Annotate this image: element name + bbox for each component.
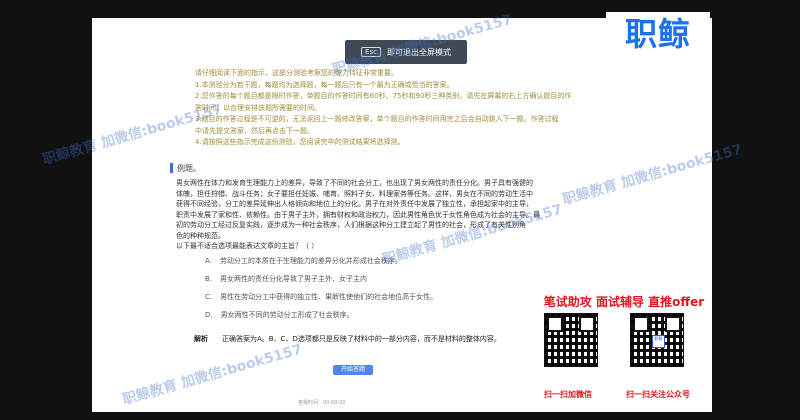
timer-footer: 答题时间：00:00:00 xyxy=(298,400,346,406)
passage-line: 男女两性在体力和发育生理能力上的差异，导致了不同的社会分工，也出现了男女两性的责… xyxy=(176,179,533,187)
instruction-line: 中请先提交答案，然后再点击下一题。 xyxy=(195,126,314,135)
official-account-qr-caption: 扫一扫关注公众号 xyxy=(626,390,690,399)
brand-logo: 职鲸 xyxy=(606,12,710,56)
example-label: 例题。 xyxy=(177,164,201,173)
analysis-text: 正确答案为A。B、C、D选项都只是反映了材料中的一部分内容，而不是材料的整体内容… xyxy=(222,335,501,343)
instruction-line: 请仔细阅读下面的指示，这部分测验考察您的能力特征非常重要。 xyxy=(195,69,398,77)
option-letter: B. xyxy=(205,275,213,283)
passage-line: 获得不同经验，分工的差异延伸出人格倾向和地位上的分化。男子在对外责任中发展了独立… xyxy=(176,200,533,208)
question-passage: 男女两性在体力和发育生理能力上的差异，导致了不同的社会分工，也出现了男女两性的责… xyxy=(176,178,616,252)
analysis-label: 解析 xyxy=(194,335,208,343)
qr-center-logo: 职鲸 xyxy=(652,335,665,348)
start-button[interactable]: 开始答题 xyxy=(333,365,373,375)
fullscreen-banner[interactable]: Esc 即可退出全屏模式 xyxy=(345,40,467,64)
passage-line: 体魄，担任狩猎、战斗任务；女子要担任妊娠、哺育、照料子女、料理家务等任务。这样，… xyxy=(176,189,533,198)
instruction-line: 4.请按照这些指示完成这份测验，您阅读完毕的测试结果将选择测。 xyxy=(195,138,405,146)
instruction-line: 3.题目的作答过程是不可逆的，无法返回上一题修改答案，单个题目的作答时间用完之后… xyxy=(195,115,559,123)
option-text: 男女两性不同的劳动分工形成了社会秩序。 xyxy=(220,311,354,319)
instructions: 请仔细阅读下面的指示，这部分测验考察您的能力特征非常重要。 1.本测验分为若干题… xyxy=(195,68,615,149)
option-c[interactable]: C. 男性在劳动分工中获得的独立性、果断性使他们的社会地位高于女性。 xyxy=(205,288,437,306)
option-d[interactable]: D. 男女两性不同的劳动分工形成了社会秩序。 xyxy=(205,306,437,324)
option-text: 劳动分工的本质在于生理能力的差异分化并形成社会秩序。 xyxy=(219,257,402,265)
esc-key-label: Esc xyxy=(361,47,381,57)
promo-title: 笔试助攻 面试辅导 直推offer xyxy=(543,295,705,309)
instruction-line: 1.本测验分为若干题，每题均为选择题，每一题后只有一个最为正确或恰当的答案。 xyxy=(195,80,454,89)
option-a[interactable]: A. 劳动分工的本质在于生理能力的差异分化并形成社会秩序。 xyxy=(205,252,437,270)
answer-options: A. 劳动分工的本质在于生理能力的差异分化并形成社会秩序。 B. 男女两性的责任… xyxy=(205,252,437,324)
passage-line: 以下最不适合选项最能表达文章的主旨？（ ） xyxy=(176,242,319,250)
option-letter: C. xyxy=(205,293,213,301)
analysis: 解析 正确答案为A。B、C、D选项都只是反映了材料中的一部分内容，而不是材料的整… xyxy=(194,334,501,344)
official-account-qr-code: 职鲸 xyxy=(630,313,684,367)
option-b[interactable]: B. 男女两性的责任分化导致了男子主外、女子主内 xyxy=(205,270,437,288)
option-text: 男性在劳动分工中获得的独立性、果断性使他们的社会地位高于女性。 xyxy=(220,293,438,301)
instruction-line: 2.您作答的每个题目都是限时作答，单题目的作答时间有60秒、75秒和90秒三种类… xyxy=(195,92,572,100)
instruction-line: 答时间，以合理安排该题所需要的时间。 xyxy=(195,103,321,112)
passage-line: 色的种种规范。 xyxy=(176,231,225,240)
option-letter: A. xyxy=(205,257,212,265)
wechat-qr-caption: 扫一扫加微信 xyxy=(544,390,592,399)
passage-line: 职责中发展了家和性、依赖性。由于男子主外，拥有财权和政治权力，因此男性角色优于女… xyxy=(176,210,540,219)
wechat-qr-code xyxy=(544,313,598,367)
option-text: 男女两性的责任分化导致了男子主外、女子主内 xyxy=(220,275,368,283)
fullscreen-exit-text: 即可退出全屏模式 xyxy=(386,47,451,57)
passage-line: 初的劳动分工经过反复实践，逐步成为一种社会秩序，人们根据这种分工建立起了男性的社… xyxy=(176,221,526,229)
example-marker xyxy=(170,163,173,173)
option-letter: D. xyxy=(205,311,213,319)
